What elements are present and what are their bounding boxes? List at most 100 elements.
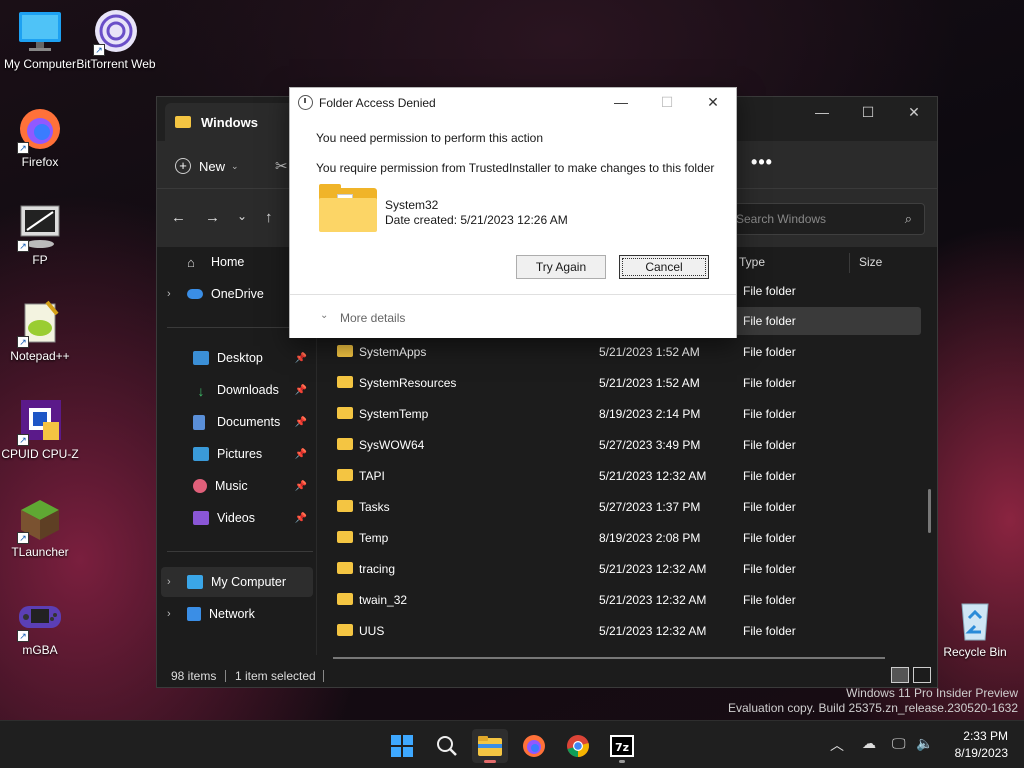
folder-icon <box>337 469 353 481</box>
folder-icon <box>337 345 353 357</box>
network-icon[interactable]: 🖵 <box>892 735 906 752</box>
table-row[interactable]: UUS 5/21/2023 12:32 AM File folder <box>331 617 921 645</box>
folder-icon <box>478 736 502 756</box>
table-row[interactable]: SystemTemp 8/19/2023 2:14 PM File folder <box>331 400 921 428</box>
sidebar-item-music[interactable]: Music 📌 <box>161 471 313 501</box>
sidebar-item-label: Network <box>209 607 255 621</box>
chevron-right-icon[interactable]: › <box>167 576 179 588</box>
desktop-icon-firefox[interactable]: ↗ Firefox <box>0 106 82 169</box>
desktop-icon-my-computer[interactable]: My Computer <box>0 8 82 71</box>
desktop-icon-tlauncher[interactable]: ↗ TLauncher <box>0 496 82 559</box>
pin-icon[interactable]: 📌 <box>295 481 307 492</box>
column-header-type[interactable]: Type <box>739 255 765 269</box>
show-hidden-icons-chevron-up-icon[interactable]: ︿ <box>830 735 844 755</box>
desktop-icon-label: BitTorrent Web <box>76 57 156 71</box>
sidebar-item-downloads[interactable]: ↓ Downloads 📌 <box>161 375 313 405</box>
shortcut-arrow-icon: ↗ <box>93 44 105 56</box>
folder-name: System32 <box>385 198 439 212</box>
minimize-icon[interactable]: — <box>598 88 644 116</box>
active-indicator <box>484 760 496 763</box>
table-row[interactable]: tracing 5/21/2023 12:32 AM File folder <box>331 555 921 583</box>
folder-icon <box>337 376 353 388</box>
cut-icon[interactable]: ✂ <box>275 157 288 175</box>
music-icon <box>193 479 207 493</box>
sidebar-item-network[interactable]: › Network <box>161 599 313 629</box>
table-row[interactable]: SysWOW64 5/27/2023 3:49 PM File folder <box>331 431 921 459</box>
close-icon[interactable]: ✕ <box>690 88 736 116</box>
file-name: Tasks <box>359 500 390 514</box>
close-icon[interactable]: ✕ <box>891 97 937 127</box>
maximize-icon[interactable]: ☐ <box>845 97 891 127</box>
table-row[interactable]: Tasks 5/27/2023 1:37 PM File folder <box>331 493 921 521</box>
file-type: File folder <box>743 345 796 359</box>
folder-icon <box>337 562 353 574</box>
column-divider[interactable] <box>849 253 850 273</box>
desktop-icon-label: CPUID CPU-Z <box>1 447 79 461</box>
pin-icon[interactable]: 📌 <box>295 449 307 460</box>
sidebar-item-documents[interactable]: Documents 📌 <box>161 407 313 437</box>
desktop-icon-recycle-bin[interactable]: Recycle Bin <box>933 596 1017 659</box>
table-row[interactable]: SystemResources 5/21/2023 1:52 AM File f… <box>331 369 921 397</box>
desktop-icon-notepadpp[interactable]: ↗ Notepad++ <box>0 300 82 363</box>
taskbar-file-explorer[interactable] <box>472 729 508 763</box>
pin-icon[interactable]: 📌 <box>295 385 307 396</box>
pin-icon[interactable]: 📌 <box>295 417 307 428</box>
details-view-icon[interactable] <box>891 667 909 683</box>
desktop-icon-mgba[interactable]: ↗ mGBA <box>0 594 82 657</box>
column-header-size[interactable]: Size <box>859 255 882 269</box>
desktop-icon-bittorrent[interactable]: ↗ BitTorrent Web <box>74 8 158 71</box>
computer-icon <box>187 575 203 589</box>
desktop-icon-label: Firefox <box>21 155 59 169</box>
new-button[interactable]: + New ⌄ <box>175 153 239 179</box>
network-icon <box>187 607 201 621</box>
table-row[interactable]: TAPI 5/21/2023 12:32 AM File folder <box>331 462 921 490</box>
chevron-down-icon[interactable]: ⌄ <box>320 310 328 321</box>
horizontal-scrollbar[interactable] <box>333 657 885 659</box>
table-row[interactable]: twain_32 5/21/2023 12:32 AM File folder <box>331 586 921 614</box>
taskbar-chrome[interactable] <box>560 729 596 763</box>
up-arrow-icon[interactable]: ↑ <box>265 209 273 226</box>
item-count: 98 items <box>171 669 217 683</box>
file-date: 5/21/2023 12:32 AM <box>599 469 707 483</box>
chevron-right-icon[interactable]: › <box>167 288 179 300</box>
pin-icon[interactable]: 📌 <box>295 353 307 364</box>
tiles-view-icon[interactable] <box>913 667 931 683</box>
file-type: File folder <box>743 376 796 390</box>
taskbar-firefox[interactable] <box>516 729 552 763</box>
table-row[interactable]: SystemApps 5/21/2023 1:52 AM File folder <box>331 338 921 366</box>
volume-icon[interactable]: 🔈 <box>916 735 933 752</box>
search-button[interactable] <box>429 729 465 763</box>
vertical-scrollbar[interactable] <box>928 489 931 533</box>
more-details-toggle[interactable]: More details <box>340 311 405 325</box>
sidebar-item-my-computer[interactable]: › My Computer <box>161 567 313 597</box>
desktop-icon-cpuz[interactable]: ↗ CPUID CPU-Z <box>0 398 82 461</box>
recent-chevron-icon[interactable]: ⌄ <box>237 209 247 223</box>
file-name: twain_32 <box>359 593 408 607</box>
search-input[interactable]: Search Windows ⌕ <box>725 203 925 235</box>
chevron-right-icon[interactable]: › <box>167 608 179 620</box>
sidebar-item-pictures[interactable]: Pictures 📌 <box>161 439 313 469</box>
watermark-line-2: Evaluation copy. Build 25375.zn_release.… <box>728 701 1018 715</box>
sidebar-item-desktop[interactable]: Desktop 📌 <box>161 343 313 373</box>
status-divider <box>323 670 324 682</box>
cloud-offline-icon[interactable]: ☁ <box>862 735 876 752</box>
sidebar-item-videos[interactable]: Videos 📌 <box>161 503 313 533</box>
more-options-button[interactable]: ••• <box>747 151 777 179</box>
system-clock[interactable]: 2:33 PM 8/19/2023 <box>955 728 1008 762</box>
start-button[interactable] <box>384 729 420 763</box>
file-date: 5/21/2023 1:52 AM <box>599 376 700 390</box>
pin-icon[interactable]: 📌 <box>295 513 307 524</box>
minimize-icon[interactable]: — <box>799 97 845 127</box>
try-again-button[interactable]: Try Again <box>516 255 606 279</box>
forward-arrow-icon[interactable]: → <box>205 209 220 226</box>
desktop-icon-label: mGBA <box>22 643 58 657</box>
table-row[interactable]: Temp 8/19/2023 2:08 PM File folder <box>331 524 921 552</box>
taskbar-7zip[interactable]: 7z <box>604 729 640 763</box>
sidebar-item-label: Music <box>215 479 248 493</box>
desktop-icon-label: FP <box>32 253 48 267</box>
cancel-button[interactable]: Cancel <box>619 255 709 279</box>
desktop-icon-fp[interactable]: ↗ FP <box>0 204 82 267</box>
folder-icon <box>337 438 353 450</box>
back-arrow-icon[interactable]: ← <box>171 209 186 226</box>
chevron-down-icon: ⌄ <box>231 160 239 171</box>
